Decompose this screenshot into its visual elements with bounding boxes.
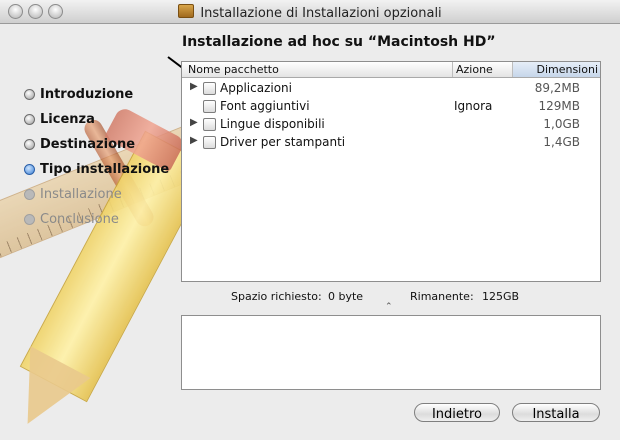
title-bar[interactable]: Installazione di Installazioni opzionali [0,0,620,24]
step-bullet-icon [24,89,35,100]
package-name: Applicazioni [220,81,292,95]
package-icon [178,4,195,18]
package-name: Driver per stampanti [220,135,346,149]
back-button[interactable]: Indietro [414,403,500,422]
package-size: 1,4GB [543,135,580,149]
step-label: Licenza [40,112,95,127]
package-checkbox[interactable] [203,100,216,113]
package-checkbox[interactable] [203,136,216,149]
disclosure-triangle-icon[interactable]: ▶ [190,135,198,146]
table-row[interactable]: ▶ Lingue disponibili 1,0GB [182,115,600,133]
package-size: 129MB [538,99,581,113]
column-header-size[interactable]: Dimensioni [512,62,600,77]
package-description-box [181,315,601,390]
column-header-name[interactable]: Nome pacchetto [188,63,279,77]
space-remaining-label: Rimanente: [410,290,474,303]
package-action: Ignora [454,99,493,113]
package-size: 1,0GB [543,117,580,131]
package-name: Lingue disponibili [220,117,325,131]
step-label: Conclusione [40,212,119,227]
table-header: Nome pacchetto Azione Dimensioni [182,62,600,78]
column-header-action[interactable]: Azione [452,62,493,77]
window-title-container: Installazione di Installazioni opzionali [0,4,620,21]
step-label: Installazione [40,187,122,202]
table-row[interactable]: Font aggiuntivi Ignora 129MB [182,97,600,115]
step-licenza: Licenza [24,107,169,132]
step-bullet-icon [24,114,35,125]
package-checkbox[interactable] [203,118,216,131]
package-name: Font aggiuntivi [220,99,310,113]
disclosure-triangle-icon[interactable]: ▶ [190,81,198,92]
step-label: Introduzione [40,87,134,102]
window-title: Installazione di Installazioni opzionali [200,6,442,21]
split-resize-grip-icon[interactable]: ⌃ [385,303,393,312]
step-bullet-icon [24,139,35,150]
step-conclusione: Conclusione [24,207,169,232]
installer-window: Installazione di Installazioni opzionali… [0,0,620,440]
step-bullet-icon [24,214,35,225]
package-checkbox[interactable] [203,82,216,95]
space-remaining-value: 125GB [482,290,520,303]
table-row[interactable]: ▶ Driver per stampanti 1,4GB [182,133,600,151]
package-size: 89,2MB [534,81,580,95]
step-current-bullet-icon [24,164,35,175]
step-introduzione: Introduzione [24,82,169,107]
step-installazione: Installazione [24,182,169,207]
step-bullet-icon [24,189,35,200]
package-table[interactable]: Nome pacchetto Azione Dimensioni ▶ Appli… [181,61,601,282]
step-label: Destinazione [40,137,136,152]
install-steps-list: Introduzione Licenza Destinazione Tipo i… [24,82,169,232]
install-button[interactable]: Installa [512,403,600,422]
step-label: Tipo installazione [40,162,170,177]
space-required-label: Spazio richiesto: [231,290,322,303]
step-tipo-installazione: Tipo installazione [24,157,169,182]
disclosure-triangle-icon[interactable]: ▶ [190,117,198,128]
space-required-value: 0 byte [328,290,364,303]
page-title: Installazione ad hoc su “Macintosh HD” [182,34,496,50]
step-destinazione: Destinazione [24,132,169,157]
table-row[interactable]: ▶ Applicazioni 89,2MB [182,79,600,97]
